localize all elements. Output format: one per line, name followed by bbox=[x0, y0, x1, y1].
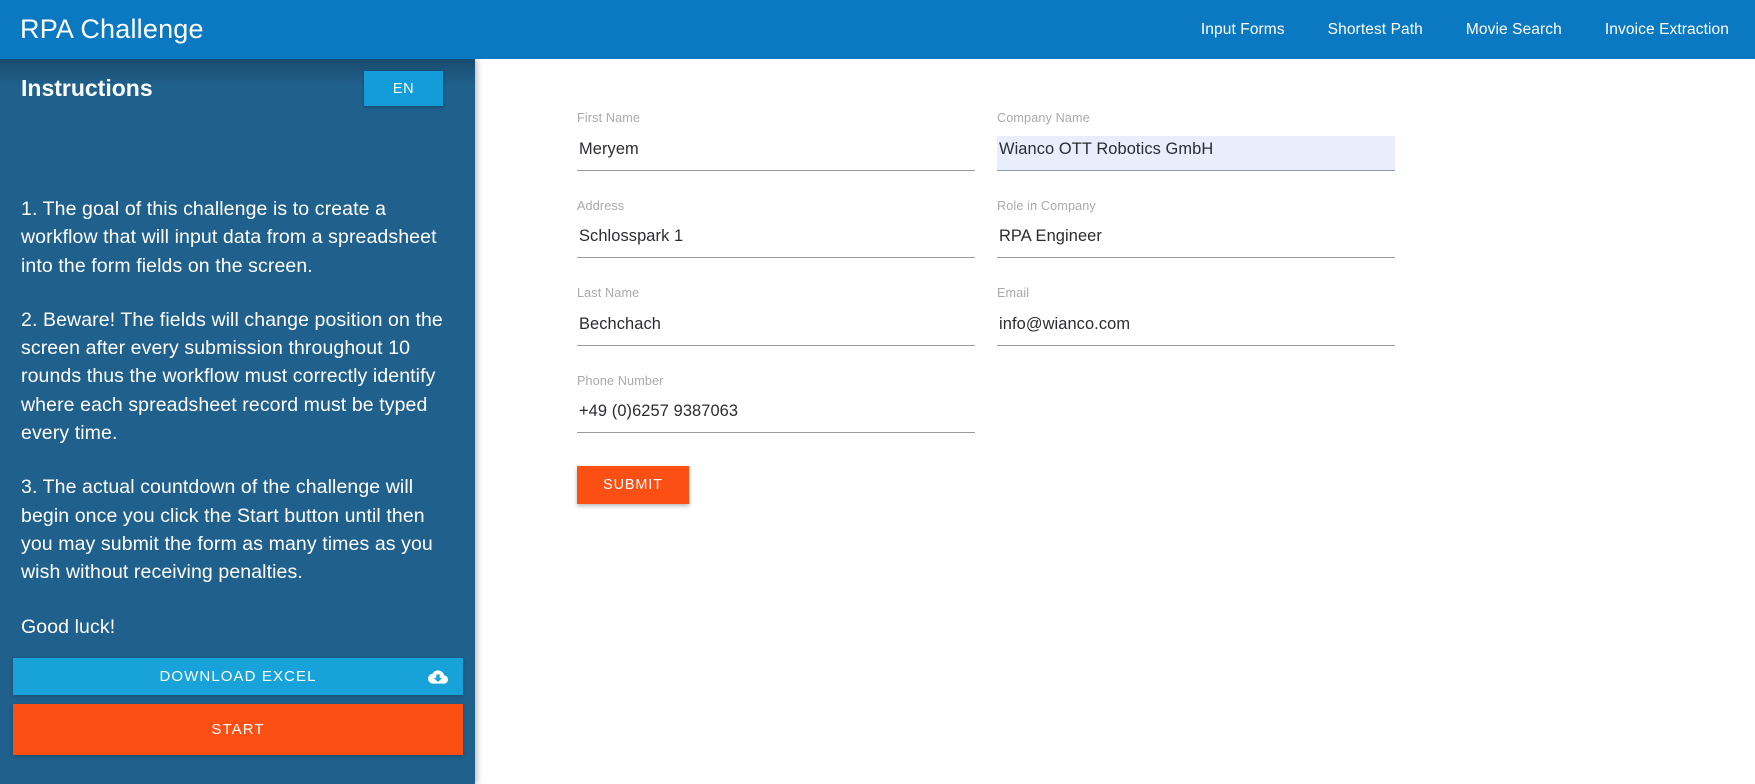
field-address: Address bbox=[577, 200, 975, 259]
top-navbar: RPA Challenge Input Forms Shortest Path … bbox=[0, 0, 1755, 59]
nav-movie-search[interactable]: Movie Search bbox=[1466, 21, 1562, 39]
nav-shortest-path[interactable]: Shortest Path bbox=[1328, 21, 1423, 39]
company-name-input[interactable] bbox=[997, 136, 1395, 171]
nav-invoice-extraction[interactable]: Invoice Extraction bbox=[1605, 21, 1729, 39]
field-first-name: First Name bbox=[577, 112, 975, 171]
email-label: Email bbox=[997, 287, 1395, 300]
last-name-input[interactable] bbox=[577, 311, 975, 346]
instruction-good-luck: Good luck! bbox=[21, 613, 461, 641]
instructions-text: 1. The goal of this challenge is to crea… bbox=[21, 195, 461, 641]
download-excel-label: DOWNLOAD EXCEL bbox=[159, 668, 316, 685]
instruction-paragraph-3: 3. The actual countdown of the challenge… bbox=[21, 473, 461, 586]
form-left-column: First Name Address Last Name Phone Numbe… bbox=[577, 112, 975, 504]
instructions-title: Instructions bbox=[21, 77, 153, 100]
language-toggle-button[interactable]: EN bbox=[364, 71, 443, 106]
instruction-paragraph-1: 1. The goal of this challenge is to crea… bbox=[21, 195, 461, 280]
company-name-label: Company Name bbox=[997, 112, 1395, 125]
cloud-download-icon bbox=[427, 666, 449, 688]
first-name-label: First Name bbox=[577, 112, 975, 125]
address-input[interactable] bbox=[577, 223, 975, 258]
field-company-name: Company Name bbox=[997, 112, 1395, 171]
phone-number-input[interactable] bbox=[577, 398, 975, 433]
field-role-in-company: Role in Company bbox=[997, 200, 1395, 259]
field-last-name: Last Name bbox=[577, 287, 975, 346]
form-right-column: Company Name Role in Company Email bbox=[997, 112, 1395, 504]
rpa-input-form: First Name Address Last Name Phone Numbe… bbox=[577, 112, 1507, 504]
instructions-sidebar: Instructions EN 1. The goal of this chal… bbox=[0, 59, 475, 784]
download-excel-button[interactable]: DOWNLOAD EXCEL bbox=[13, 658, 463, 695]
nav-links: Input Forms Shortest Path Movie Search I… bbox=[1201, 21, 1729, 39]
address-label: Address bbox=[577, 200, 975, 213]
brand-title: RPA Challenge bbox=[20, 16, 204, 43]
email-input[interactable] bbox=[997, 311, 1395, 346]
instruction-paragraph-2: 2. Beware! The fields will change positi… bbox=[21, 306, 461, 447]
nav-input-forms[interactable]: Input Forms bbox=[1201, 21, 1285, 39]
phone-number-label: Phone Number bbox=[577, 375, 975, 388]
field-phone-number: Phone Number bbox=[577, 375, 975, 434]
main-content: First Name Address Last Name Phone Numbe… bbox=[475, 59, 1755, 784]
field-email: Email bbox=[997, 287, 1395, 346]
rpa-challenge-page: RPA Challenge Input Forms Shortest Path … bbox=[0, 0, 1755, 784]
submit-button[interactable]: SUBMIT bbox=[577, 466, 689, 504]
role-in-company-input[interactable] bbox=[997, 223, 1395, 258]
first-name-input[interactable] bbox=[577, 136, 975, 171]
start-button[interactable]: START bbox=[13, 704, 463, 755]
last-name-label: Last Name bbox=[577, 287, 975, 300]
role-in-company-label: Role in Company bbox=[997, 200, 1395, 213]
